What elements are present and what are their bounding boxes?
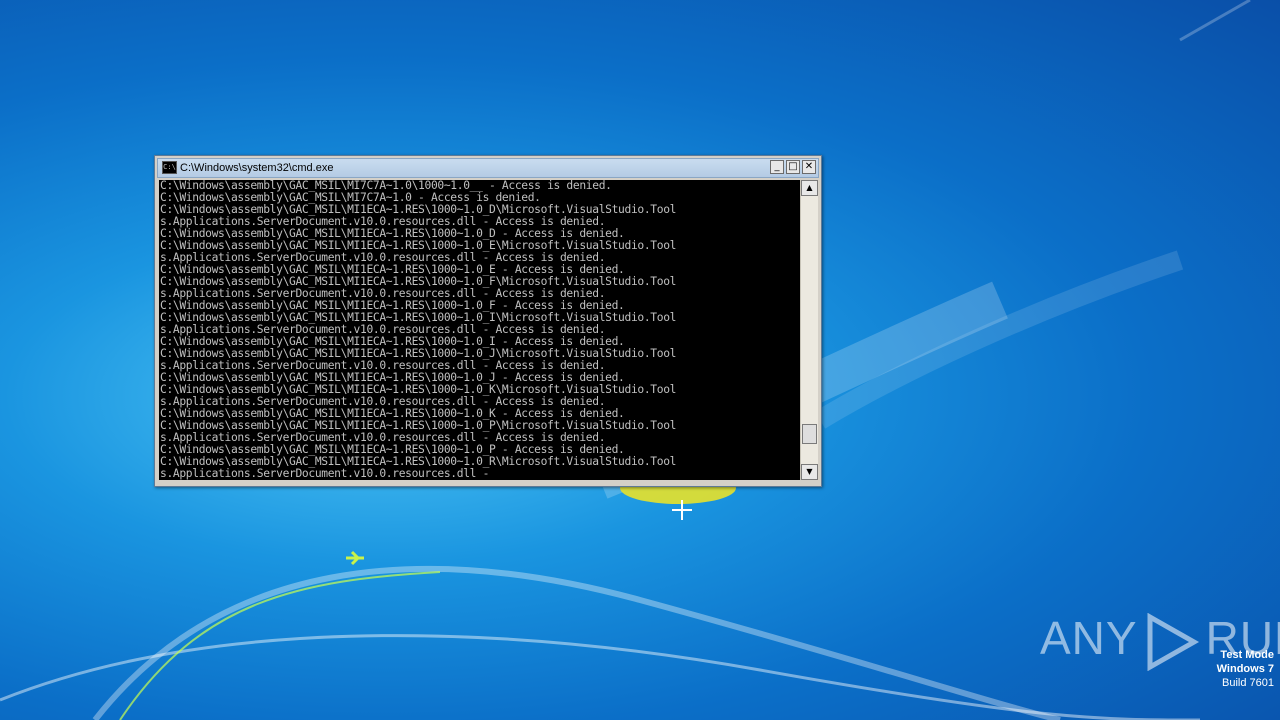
build-label: Build 7601 [1222, 677, 1274, 689]
console-line: s.Applications.ServerDocument.v10.0.reso… [160, 467, 490, 480]
cmd-app-icon[interactable]: C:\ [162, 161, 177, 174]
os-version-label: Windows 7 [1216, 663, 1274, 675]
window-titlebar[interactable]: C:\ C:\Windows\system32\cmd.exe _ □ ✕ [157, 158, 819, 178]
window-title: C:\Windows\system32\cmd.exe [180, 162, 334, 174]
scroll-down-button[interactable]: ▼ [801, 464, 818, 480]
watermark-text-left: ANY [1040, 612, 1138, 664]
cmd-window[interactable]: C:\ C:\Windows\system32\cmd.exe _ □ ✕ C:… [154, 155, 822, 487]
console-lines: C:\Windows\assembly\GAC_MSIL\MI7C7A~1.0\… [159, 180, 800, 480]
minimize-button[interactable]: _ [770, 160, 784, 174]
test-mode-label: Test Mode [1220, 649, 1274, 661]
play-logo-icon [1147, 612, 1199, 671]
scroll-up-button[interactable]: ▲ [801, 180, 818, 196]
test-mode-overlay: Test Mode Windows 7 Build 7601 [1217, 648, 1274, 690]
close-button[interactable]: ✕ [802, 160, 816, 174]
scroll-thumb[interactable] [802, 424, 817, 444]
console-output[interactable]: C:\Windows\assembly\GAC_MSIL\MI7C7A~1.0\… [159, 180, 800, 480]
vertical-scrollbar[interactable]: ▲ ▼ [800, 180, 818, 480]
maximize-button[interactable]: □ [786, 160, 800, 174]
